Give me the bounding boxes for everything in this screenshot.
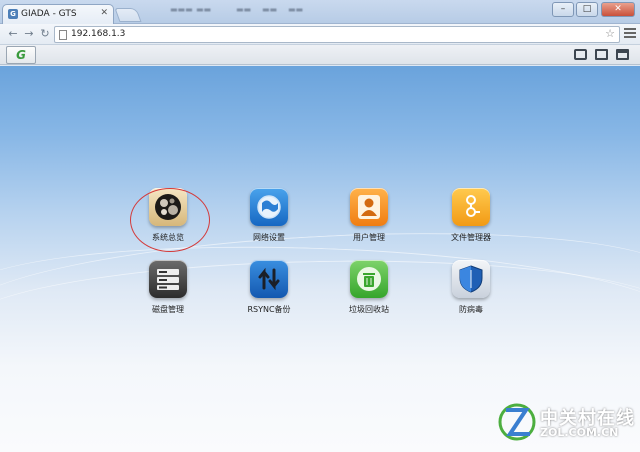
calendar-icon[interactable] xyxy=(616,49,629,60)
file-manager-icon xyxy=(466,195,480,217)
blurred-menu-item: ▬▬ xyxy=(236,5,252,14)
minimize-button[interactable]: – xyxy=(552,2,574,17)
blurred-menu-item: ▬▬▬ xyxy=(170,5,193,14)
maximize-button[interactable]: □ xyxy=(576,2,598,17)
app-user-management[interactable]: 用户管理 xyxy=(324,188,414,258)
forward-icon[interactable]: → xyxy=(22,27,36,41)
window-titlebar: G GIADA - GTS ✕ ▬▬▬ ▬▬ ▬▬ ▬▬ ▬▬ – □ ✕ xyxy=(0,0,640,24)
app-label: 防病毒 xyxy=(459,305,483,314)
antivirus-icon xyxy=(459,265,483,293)
watermark-url: ZOL.COM.CN xyxy=(540,426,619,439)
app-toolbar: G xyxy=(0,45,640,65)
user-management-icon xyxy=(358,195,380,219)
browser-menu-icon[interactable] xyxy=(624,28,636,40)
app-file-manager[interactable]: 文件管理器 xyxy=(426,188,516,258)
bookmark-star-icon[interactable]: ☆ xyxy=(605,27,615,40)
close-window-button[interactable]: ✕ xyxy=(601,2,635,17)
browser-tab[interactable]: G GIADA - GTS ✕ xyxy=(2,4,114,24)
zol-watermark: 中关村在线 ZOL.COM.CN xyxy=(498,398,638,448)
gts-logo[interactable]: G xyxy=(6,46,36,64)
address-url[interactable]: 192.168.1.3 xyxy=(71,29,125,39)
tab-close-icon[interactable]: ✕ xyxy=(100,8,108,18)
app-label: 文件管理器 xyxy=(451,233,491,242)
blurred-menu-item: ▬▬ xyxy=(196,5,212,14)
app-label: 磁盘管理 xyxy=(152,305,184,314)
app-label: 网络设置 xyxy=(253,233,285,242)
app-disk-management[interactable]: 磁盘管理 xyxy=(123,260,213,330)
app-antivirus[interactable]: 防病毒 xyxy=(426,260,516,330)
app-rsync-backup[interactable]: RSYNC备份 xyxy=(224,260,314,330)
back-icon[interactable]: ← xyxy=(6,27,20,41)
tab-title: GIADA - GTS xyxy=(21,9,77,19)
new-tab-button[interactable] xyxy=(114,8,142,22)
recycle-bin-icon xyxy=(357,267,381,291)
blurred-menu-item: ▬▬ xyxy=(262,5,278,14)
monitor-icon[interactable] xyxy=(595,49,608,60)
app-label: 用户管理 xyxy=(353,233,385,242)
rsync-backup-icon xyxy=(258,267,280,291)
page-icon xyxy=(59,30,67,40)
highlight-ring xyxy=(130,188,210,252)
desktop-area xyxy=(0,66,640,452)
disk-management-icon xyxy=(157,269,179,290)
app-network-settings[interactable]: 网络设置 xyxy=(224,188,314,258)
tab-favicon-icon: G xyxy=(8,9,18,19)
app-label: RSYNC备份 xyxy=(247,305,291,314)
zol-logo-icon xyxy=(498,403,536,441)
network-settings-icon xyxy=(257,195,281,219)
address-bar[interactable]: 192.168.1.3 ☆ xyxy=(54,26,620,43)
reload-icon[interactable]: ↻ xyxy=(38,27,52,41)
blurred-menu-item: ▬▬ xyxy=(288,5,304,14)
app-recycle-bin[interactable]: 垃圾回收站 xyxy=(324,260,414,330)
app-label: 垃圾回收站 xyxy=(349,305,389,314)
chat-icon[interactable] xyxy=(574,49,587,60)
browser-navbar: ← → ↻ 192.168.1.3 ☆ xyxy=(0,24,640,45)
